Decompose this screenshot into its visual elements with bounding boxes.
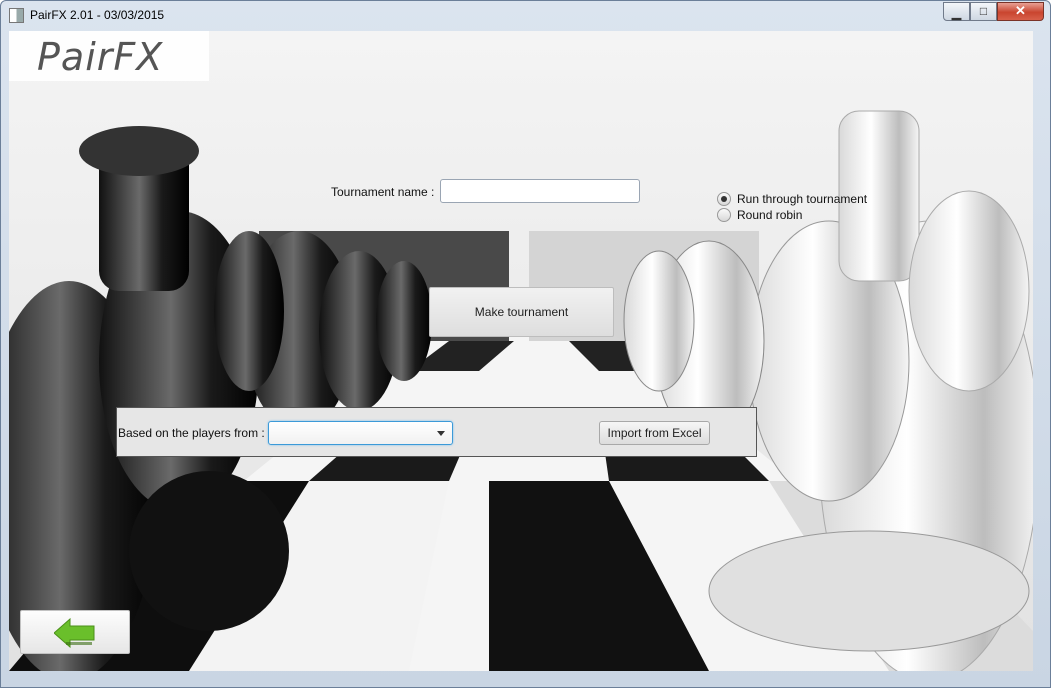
title-bar: PairFX 2.01 - 03/03/2015 ▁ □ ✕ [1,1,1050,31]
round-robin-label: Round robin [737,208,803,222]
app-icon [9,8,24,23]
pairfx-logo: PairFX [9,31,209,81]
run-through-label: Run through tournament [737,192,868,206]
tournament-name-input[interactable] [440,179,640,203]
run-through-radio[interactable] [717,192,731,206]
players-source-dropdown[interactable] [268,421,453,445]
minimize-button[interactable]: ▁ [943,2,970,21]
app-window: PairFX 2.01 - 03/03/2015 ▁ □ ✕ PairFX To… [0,0,1051,688]
import-panel: Based on the players from : Import from … [116,407,757,457]
close-icon: ✕ [1015,3,1026,18]
chess-background-image [9,31,1033,671]
logo-text: PairFX [37,35,164,79]
content-area: PairFX Tournament name : Run through tou… [9,31,1033,671]
maximize-button[interactable]: □ [970,2,997,21]
maximize-icon: □ [979,4,988,18]
make-tournament-button[interactable]: Make tournament [429,287,614,337]
minimize-icon: ▁ [951,6,962,20]
round-robin-radio[interactable] [717,208,731,222]
back-button[interactable] [20,610,130,654]
close-button[interactable]: ✕ [997,2,1044,21]
tournament-name-label: Tournament name : [331,185,435,199]
chevron-down-icon [437,431,445,436]
players-from-label: Based on the players from : [118,426,265,440]
import-from-excel-button[interactable]: Import from Excel [599,421,710,445]
back-arrow-icon [54,618,95,648]
window-title: PairFX 2.01 - 03/03/2015 [30,8,165,22]
